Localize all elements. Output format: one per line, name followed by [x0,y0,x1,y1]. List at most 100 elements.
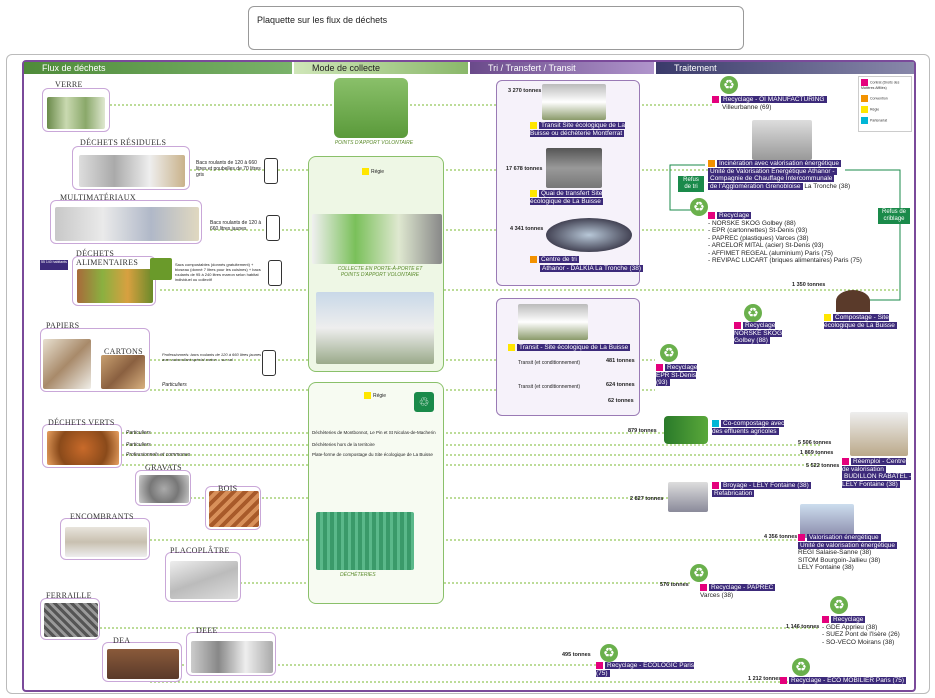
bin-icon-brown [268,260,282,286]
cat-deee: DEEE [196,626,218,635]
legend-item-contrat: Contrat (Droits des Matières Affiliés) [861,79,900,90]
recycling-icon-5: ♻ [690,564,708,582]
wood-image [209,491,259,527]
furniture-image [107,649,179,679]
multi-box [50,200,202,244]
rec-paprec: Recyclage - PAPREC Varces (38) [700,584,776,599]
food-waste-image [77,269,153,303]
verre-box [42,88,110,132]
rec-ecomobilier: Recyclage - ECO MOBILIER Paris (75) [780,677,910,685]
cartons-image [101,355,145,389]
note-pros-2: Professionnels et communes [126,452,191,458]
cat-verts: DÉCHETS VERTS [48,418,115,427]
factory-icon [668,482,708,512]
rec-ferraille: Recyclage - GDE Apprieu (38) - SUEZ Pont… [822,616,900,646]
bottles-image [47,97,105,129]
papers-image [43,339,91,389]
co-compostage: Co-compostage avec des effluents agricol… [712,420,785,435]
cat-cartons: CARTONS [104,347,143,356]
tri-site-3: Centre de tri [530,256,579,264]
cat-ferraille: FERRAILLE [46,591,92,600]
recycling-icon-3: ♻ [744,304,762,322]
legend-item-partenariat: Partenariat [861,117,909,124]
rec-list: Recyclage - NORSKE SKOG Golbey (88) - EP… [708,212,862,265]
gravats-box [135,470,191,506]
tri-site-4: Transit - Site écologique de La Buisse [508,344,631,352]
dumpster-image [316,512,414,570]
papiers-box [40,328,150,392]
bin-icon-yellow [266,215,280,241]
dea-box [102,642,182,682]
tonnage-576: 576 tonnes [660,582,689,588]
ferraille-box [40,598,100,640]
collection-truck-image [312,214,442,264]
recycling-icon-8: ♻ [792,658,810,676]
decheterie-icon: ♲ [414,392,434,412]
bin-icon-carton [262,350,276,376]
note-particuliers-2: Particuliers [126,430,151,436]
remploi-image [850,412,908,456]
container-pav-image [334,78,408,138]
recycling-icon-6: ♻ [830,596,848,614]
tri-tonnage-4: 481 tonnes [606,358,635,364]
remploi: Réemploi - Centre de valorisation BUDILLO… [842,458,912,488]
encombrants-box [60,518,150,560]
tri-tonnage-2: 17 678 tonnes [506,166,543,172]
recycling-icon-7: ♻ [600,644,618,662]
verts-box [42,424,122,468]
tonnage-879: 879 tonnes [628,428,657,434]
tri-tonnage-6: 62 tonnes [608,398,634,404]
recycling-icon-2: ♻ [690,198,708,216]
multimaterial-image [55,207,199,241]
cat-residuels: DÉCHETS RÉSIDUELS [80,138,167,147]
compostage: Compostage - Site écologique de La Buiss… [824,314,897,329]
tonnage-1350: 1 350 tonnes [792,282,826,288]
refus-tri-label: Refus de tri [678,176,704,192]
tri-site-3b: Athanor - DALKIA La Tronche (38) [540,265,643,272]
tonnage-1146: 1 146 tonnes [786,624,820,630]
decheteries-label: DÉCHÈTERIES [340,572,376,578]
tri-note-5: Transit (et conditionnement) [518,384,581,390]
alim-count-badge: 55 140 habitants [40,260,68,270]
cat-encombrants: ENCOMBRANTS [70,512,134,521]
dech-3: Plate-forme de compostage du Site écolog… [312,452,433,457]
green-waste-image [47,431,119,465]
rec-norske: Recyclage NORSKE SKOG Golbey (88) [734,322,783,345]
sorting-center-image [546,218,632,252]
tri-site-2: Quai de transfert Site écologique de La … [530,190,603,205]
cat-bois: BOIS [218,484,238,493]
energy-plant-image [800,504,854,538]
dech-2: Déchèteries hors de la territoire [312,442,375,447]
cat-gravats: GRAVATS [145,463,182,472]
regie-tag-1: Régie [362,168,384,177]
residual-waste-image [79,155,185,187]
tractor-image [664,416,708,444]
tri-site-1: Transit Site écologique de La Buisse ou … [530,122,625,137]
plasterboard-image [170,561,238,599]
regie-tag-2: Régie [364,392,386,401]
incineration: Incinération avec valorisation énergétiq… [708,160,851,190]
legend: Contrat (Droits des Matières Affiliés) C… [858,76,912,132]
cat-alim-1: DÉCHETS [76,249,115,258]
cat-verre: VERRE [55,80,83,89]
electronics-image [191,641,273,673]
recycling-icon-4: ♻ [660,344,678,362]
transit-building-image [542,84,606,120]
compost-bag-icon [150,258,172,280]
collecte-label: COLLECTE EN PORTE-À-PORTE ET POINTS D'AP… [337,266,423,278]
placo-box [165,552,241,602]
rubble-image [139,475,189,503]
tri-note-4: Transit (et conditionnement) [518,360,581,366]
pav-label: POINTS D'APPORT VOLONTAIRE [334,140,414,146]
cat-multi: MULTIMATÉRIAUX [60,193,136,202]
bin-icon-grey [264,158,278,184]
bulky-waste-image [65,527,147,557]
tri-tonnage-1: 3 270 tonnes [508,88,542,94]
tonnage-495: 495 tonnes [562,652,591,658]
incinerator-image [752,120,812,160]
compost-pile-image [836,290,870,312]
crane-truck-image [316,292,434,364]
rec-oi: Recyclage - OI MANUFACTURING [712,96,827,104]
tonnage-4356: 4 356 tonnes [764,534,798,540]
broyage: Broyage - LELY Fontaine (38) Refabricatio… [712,482,811,497]
